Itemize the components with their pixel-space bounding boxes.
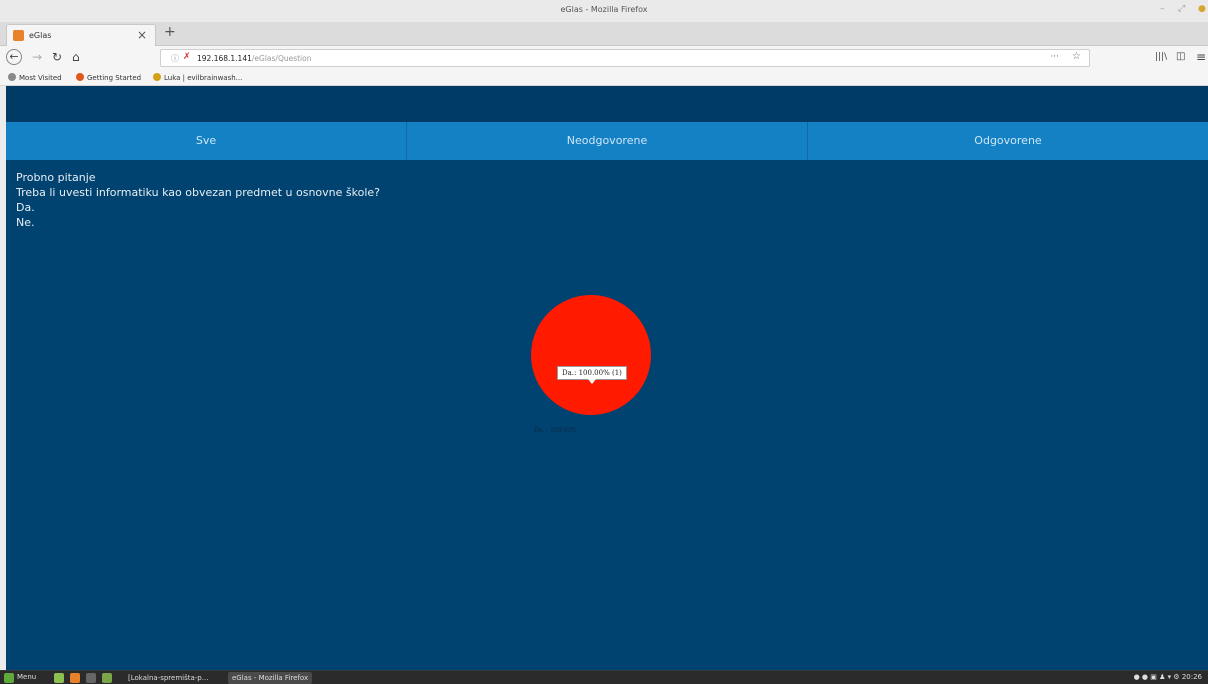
tooltip-arrow bbox=[588, 379, 596, 384]
files-icon[interactable] bbox=[102, 673, 112, 683]
taskbar-window-label: eGlas - Mozilla Firefox bbox=[232, 674, 309, 682]
firefox-icon bbox=[76, 73, 84, 81]
window-titlebar: eGlas - Mozilla Firefox – ⤢ ● bbox=[0, 0, 1208, 22]
page-actions-icon[interactable]: ··· bbox=[1050, 52, 1059, 62]
library-icon[interactable]: |||\ bbox=[1155, 50, 1167, 64]
clock[interactable]: 20:26 bbox=[1182, 673, 1202, 681]
bookmark-star-icon[interactable]: ☆ bbox=[1072, 51, 1081, 62]
star-icon bbox=[153, 73, 161, 81]
bookmark-getting-started[interactable]: Getting Started bbox=[76, 73, 141, 82]
taskbar-window-files[interactable]: [Lokalna-spremišta-p... bbox=[124, 672, 212, 684]
back-icon[interactable]: ← bbox=[6, 49, 22, 65]
home-icon[interactable]: ⌂ bbox=[72, 50, 80, 64]
url-bar[interactable]: ⓘ ✗ 192.168.1.141/eGlas/Question ··· ☆ bbox=[160, 49, 1090, 67]
new-tab-icon[interactable]: + bbox=[164, 24, 176, 40]
favicon-icon bbox=[13, 30, 24, 41]
mint-menu-icon[interactable] bbox=[4, 673, 14, 683]
navigation-toolbar: ← → ↻ ⌂ ⓘ ✗ 192.168.1.141/eGlas/Question… bbox=[0, 46, 1208, 70]
url-text[interactable]: 192.168.1.141/eGlas/Question bbox=[197, 54, 312, 63]
forward-icon[interactable]: → bbox=[32, 50, 42, 64]
minimize-icon[interactable]: – bbox=[1160, 4, 1165, 14]
bookmark-luka[interactable]: Luka | evilbrainwash... bbox=[153, 73, 242, 82]
menu-icon[interactable]: ≡ bbox=[1196, 50, 1206, 64]
window-title: eGlas - Mozilla Firefox bbox=[560, 5, 648, 14]
show-desktop-icon[interactable] bbox=[54, 673, 64, 683]
bookmarks-toolbar: Most Visited Getting Started Luka | evil… bbox=[0, 70, 1208, 86]
tab-strip: eGlas × + bbox=[0, 22, 1208, 46]
bookmark-most-visited[interactable]: Most Visited bbox=[8, 73, 62, 82]
sidebar-icon[interactable]: ◫ bbox=[1176, 50, 1185, 64]
taskbar-window-firefox[interactable]: eGlas - Mozilla Firefox bbox=[228, 672, 313, 684]
gear-icon bbox=[8, 73, 16, 81]
taskbar-window-label: [Lokalna-spremišta-p... bbox=[128, 674, 209, 682]
browser-tab-eglas[interactable]: eGlas × bbox=[6, 24, 156, 46]
chart-tooltip: Da.: 100.00% (1) bbox=[557, 366, 627, 384]
insecure-connection-icon[interactable]: ✗ bbox=[183, 52, 191, 62]
reload-icon[interactable]: ↻ bbox=[52, 50, 62, 64]
tab-title: eGlas bbox=[29, 31, 52, 40]
terminal-icon[interactable] bbox=[86, 673, 96, 683]
bookmark-label: Luka | evilbrainwash... bbox=[164, 74, 243, 82]
close-window-icon[interactable]: ● bbox=[1198, 4, 1206, 14]
tab-close-icon[interactable]: × bbox=[137, 28, 147, 42]
url-path: /eGlas/Question bbox=[251, 54, 312, 63]
pie-slice-da[interactable] bbox=[531, 295, 651, 415]
menu-button[interactable]: Menu bbox=[17, 673, 36, 681]
bookmark-label: Most Visited bbox=[19, 74, 62, 82]
taskbar: Menu [Lokalna-spremišta-p... eGlas - Moz… bbox=[0, 670, 1208, 684]
url-host: 192.168.1.141 bbox=[197, 54, 252, 63]
bookmark-label: Getting Started bbox=[87, 74, 142, 82]
firefox-launcher-icon[interactable] bbox=[70, 673, 80, 683]
web-page: Sve Neodgovorene Odgovorene Probno pitan… bbox=[6, 86, 1208, 670]
screen: eGlas - Mozilla Firefox – ⤢ ● eGlas × + … bbox=[0, 0, 1208, 684]
slice-label: Da. : 100.00% bbox=[534, 427, 577, 434]
system-tray: ● ● ▣ ♟ ▾ ⚙ 20:26 bbox=[1134, 673, 1202, 681]
tray-icons[interactable]: ● ● ▣ ♟ ▾ ⚙ bbox=[1134, 673, 1182, 681]
tooltip-text: Da.: 100.00% (1) bbox=[562, 369, 622, 377]
maximize-icon[interactable]: ⤢ bbox=[1178, 4, 1185, 14]
info-icon[interactable]: ⓘ bbox=[171, 53, 179, 64]
